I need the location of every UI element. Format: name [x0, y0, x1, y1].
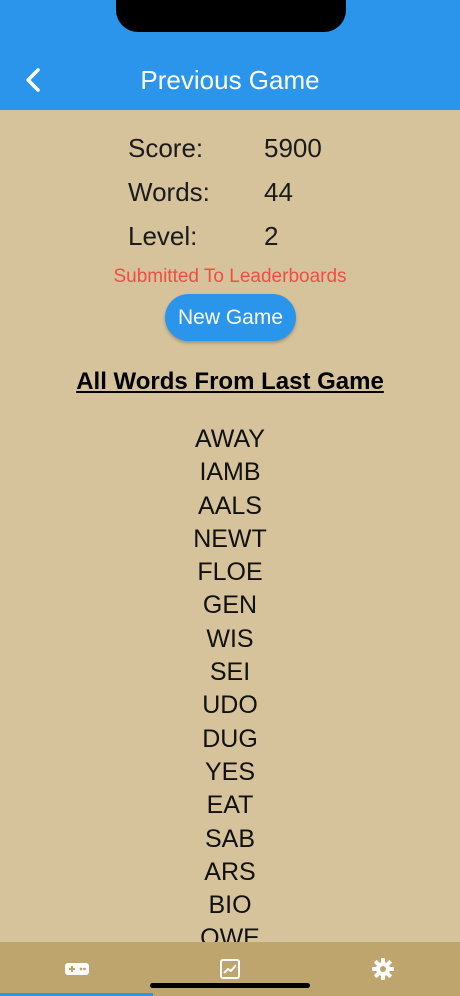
list-item: AWAY: [195, 425, 265, 453]
list-item: OWE: [200, 924, 260, 942]
list-item: ARS: [204, 857, 256, 886]
list-item: UDO: [202, 691, 258, 720]
list-item: IAMB: [199, 458, 261, 487]
stat-value: 5900: [264, 132, 322, 163]
list-item: SAB: [204, 824, 256, 853]
stat-label: Score:: [128, 132, 204, 163]
word-list[interactable]: AWAY IAMB AALS NEWT FLOE GEN WIS SEI UDO…: [0, 424, 460, 942]
list-item: GEN: [202, 591, 258, 620]
list-item: YES: [204, 757, 256, 786]
stat-label: Level:: [128, 220, 198, 251]
stat-value: 44: [264, 176, 293, 207]
gear-icon: [372, 958, 394, 980]
stat-row-score: Score: 5900: [128, 126, 368, 170]
tab-settings[interactable]: [368, 954, 398, 984]
list-item: DUG: [202, 724, 258, 753]
submission-status: Submitted To Leaderboards: [113, 266, 347, 287]
list-item: FLOE: [197, 558, 263, 587]
stat-label: Words:: [128, 176, 210, 207]
stat-value: 2: [264, 220, 279, 251]
list-item: AALS: [198, 491, 262, 520]
game-stats: Score: 5900 Words: 44 Level: 2: [128, 126, 368, 258]
tab-game[interactable]: [62, 954, 92, 984]
new-game-button[interactable]: New Game: [165, 294, 296, 341]
tab-leaderboard[interactable]: [215, 954, 245, 984]
home-indicator: [150, 983, 310, 988]
chart-icon: [220, 959, 240, 979]
gamepad-icon: [65, 963, 89, 975]
list-item: SEI: [209, 658, 251, 687]
words-heading: All Words From Last Game: [76, 368, 384, 395]
stat-row-level: Level: 2: [128, 214, 368, 258]
page-title: Previous Game: [140, 65, 320, 95]
list-item: EAT: [206, 791, 254, 820]
list-item: BIO: [208, 891, 252, 920]
stat-row-words: Words: 44: [128, 170, 368, 214]
list-item: NEWT: [193, 524, 267, 553]
list-item: WIS: [206, 624, 254, 653]
device-notch: [116, 0, 346, 32]
top-app-bar: Previous Game: [0, 0, 460, 110]
